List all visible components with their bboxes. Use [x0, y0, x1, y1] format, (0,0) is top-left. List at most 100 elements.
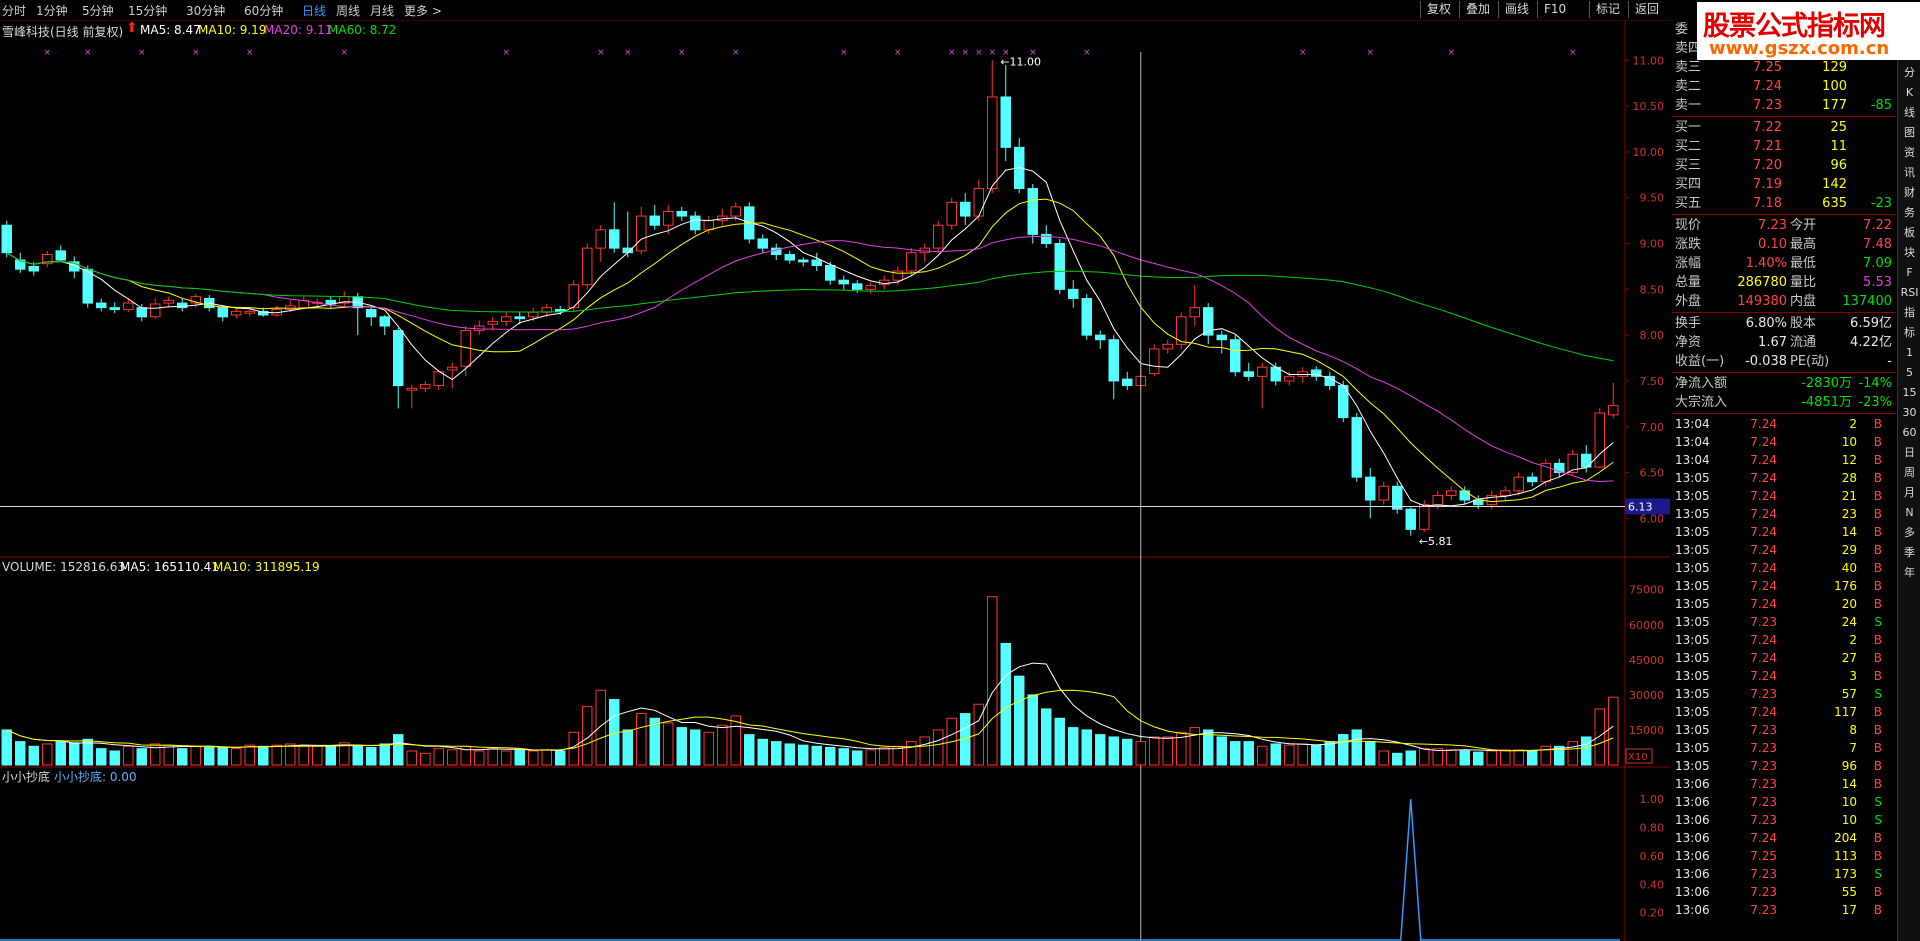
candle-body — [1351, 417, 1362, 478]
flow-value: -2830万 — [1801, 376, 1852, 391]
iconbar-button-3[interactable]: 图 — [1900, 124, 1919, 142]
period-tab-3[interactable]: 15分钟 — [128, 2, 167, 19]
tick-volume: 12 — [1841, 453, 1857, 467]
iconbar-button-9[interactable]: 块 — [1900, 244, 1919, 262]
iconbar-button-25[interactable]: 年 — [1900, 564, 1919, 582]
fundamental-label-2: 流通 — [1790, 335, 1817, 350]
iconbar-button-19[interactable]: 日 — [1900, 444, 1919, 462]
buy-label: 买四 — [1675, 177, 1702, 192]
tick-side: B — [1873, 885, 1882, 899]
tick-volume: 14 — [1841, 777, 1857, 791]
volume-bar — [825, 746, 836, 766]
iconbar-button-0[interactable]: 分 — [1900, 64, 1919, 82]
price-tick-label-6: 8.00 — [1640, 329, 1665, 342]
buy-price: 7.19 — [1753, 177, 1782, 192]
period-tab-8[interactable]: 月线 — [370, 2, 394, 19]
iconbar-button-4[interactable]: 资 — [1900, 144, 1919, 162]
iconbar-button-5[interactable]: 讯 — [1900, 164, 1919, 182]
period-tab-4[interactable]: 30分钟 — [186, 2, 225, 19]
signal-marker: × — [948, 48, 956, 58]
iconbar-button-21[interactable]: 月 — [1900, 484, 1919, 502]
indicator-line — [0, 799, 1620, 941]
buy-label: 买二 — [1675, 139, 1702, 154]
iconbar-button-11[interactable]: RSI — [1900, 284, 1919, 302]
period-tab-5[interactable]: 60分钟 — [244, 2, 283, 19]
volume-bar — [730, 715, 741, 766]
iconbar-button-23[interactable]: 多 — [1900, 524, 1919, 542]
buy-price: 7.20 — [1753, 158, 1782, 173]
volume-bar — [1365, 741, 1376, 766]
period-tab-6[interactable]: 日线 — [302, 2, 326, 19]
tool-button-3[interactable]: F10 — [1537, 1, 1572, 18]
buy-change: -23 — [1870, 196, 1892, 211]
volume-bar — [771, 741, 782, 766]
tick-price: 7.23 — [1750, 741, 1777, 755]
iconbar-button-1[interactable]: K — [1900, 84, 1919, 102]
volume-bar — [798, 744, 809, 766]
volume-bar — [1068, 727, 1079, 766]
iconbar-button-18[interactable]: 60 — [1900, 424, 1919, 442]
tick-price: 7.24 — [1750, 633, 1777, 647]
candle-body — [501, 316, 512, 322]
signal-marker: × — [624, 48, 632, 58]
iconbar-button-8[interactable]: 板 — [1900, 224, 1919, 242]
volume-bar — [1297, 743, 1308, 766]
iconbar-button-20[interactable]: 周 — [1900, 464, 1919, 482]
iconbar-button-10[interactable]: F — [1900, 264, 1919, 282]
tick-time: 13:05 — [1675, 471, 1710, 485]
chart-canvas[interactable]: 11.00 10.50 10.00 9.50 9.00 8.50 8.00 7.50 7.00 6… — [0, 20, 1670, 941]
candle-body — [690, 215, 701, 231]
period-tab-0[interactable]: 分时 — [2, 2, 26, 19]
iconbar-button-13[interactable]: 标 — [1900, 324, 1919, 342]
volume-bar — [1108, 736, 1119, 766]
kline-chart-area[interactable]: 11.00 10.50 10.00 9.50 9.00 8.50 8.00 7.50 7.00 6… — [0, 20, 1670, 941]
period-tab-9[interactable]: 更多 > — [404, 2, 442, 19]
iconbar-button-24[interactable]: 季 — [1900, 544, 1919, 562]
tick-price: 7.25 — [1750, 849, 1777, 863]
price-tick-label-1: 10.50 — [1633, 100, 1665, 113]
iconbar-button-7[interactable]: 务 — [1900, 204, 1919, 222]
tick-volume: 57 — [1841, 687, 1857, 701]
tick-price: 7.24 — [1750, 507, 1777, 521]
volume-bar — [1122, 738, 1133, 766]
buy-price: 7.21 — [1753, 139, 1782, 154]
candle-body — [231, 310, 242, 316]
candle-body — [1392, 485, 1403, 510]
iconbar-button-14[interactable]: 1 — [1900, 344, 1919, 362]
tool-button-1[interactable]: 叠加 — [1459, 1, 1496, 18]
iconbar-button-6[interactable]: 财 — [1900, 184, 1919, 202]
iconbar-button-2[interactable]: 线 — [1900, 104, 1919, 122]
tool-button-2[interactable]: 画线 — [1498, 1, 1535, 18]
iconbar-button-17[interactable]: 30 — [1900, 404, 1919, 422]
tick-side: B — [1873, 543, 1882, 557]
tick-price: 7.23 — [1750, 795, 1777, 809]
tick-side: B — [1873, 633, 1882, 647]
tick-volume: 8 — [1849, 723, 1857, 737]
tick-time: 13:04 — [1675, 417, 1710, 431]
price-tick-label-5: 8.50 — [1640, 283, 1665, 296]
ma60-label: MA60: 8.72 — [328, 23, 397, 37]
iconbar-button-22[interactable]: N — [1900, 504, 1919, 522]
iconbar-button-12[interactable]: 指 — [1900, 304, 1919, 322]
volume-bar — [298, 744, 309, 766]
iconbar-button-16[interactable]: 15 — [1900, 384, 1919, 402]
iconbar-button-15[interactable]: 5 — [1900, 364, 1919, 382]
signal-marker: × — [246, 48, 254, 58]
tool-button-5[interactable]: 返回 — [1628, 1, 1665, 18]
volume-bar — [1527, 750, 1538, 766]
period-tab-2[interactable]: 5分钟 — [82, 2, 114, 19]
tool-button-4[interactable]: 标记 — [1589, 1, 1626, 18]
volume-bar — [1567, 741, 1578, 766]
signal-marker: × — [1083, 48, 1091, 58]
tick-side: B — [1873, 579, 1882, 593]
candle-body — [757, 238, 768, 249]
fundamental-label-1: 净资 — [1675, 335, 1702, 350]
period-tab-7[interactable]: 周线 — [336, 2, 360, 19]
tool-button-0[interactable]: 复权 — [1420, 1, 1457, 18]
quote-value-1: 286780 — [1737, 275, 1787, 290]
candle-body — [663, 210, 674, 226]
sell-price: 7.24 — [1753, 79, 1782, 94]
volume-bar — [379, 743, 390, 766]
period-tab-1[interactable]: 1分钟 — [36, 2, 68, 19]
buy-volume: 635 — [1822, 196, 1847, 211]
